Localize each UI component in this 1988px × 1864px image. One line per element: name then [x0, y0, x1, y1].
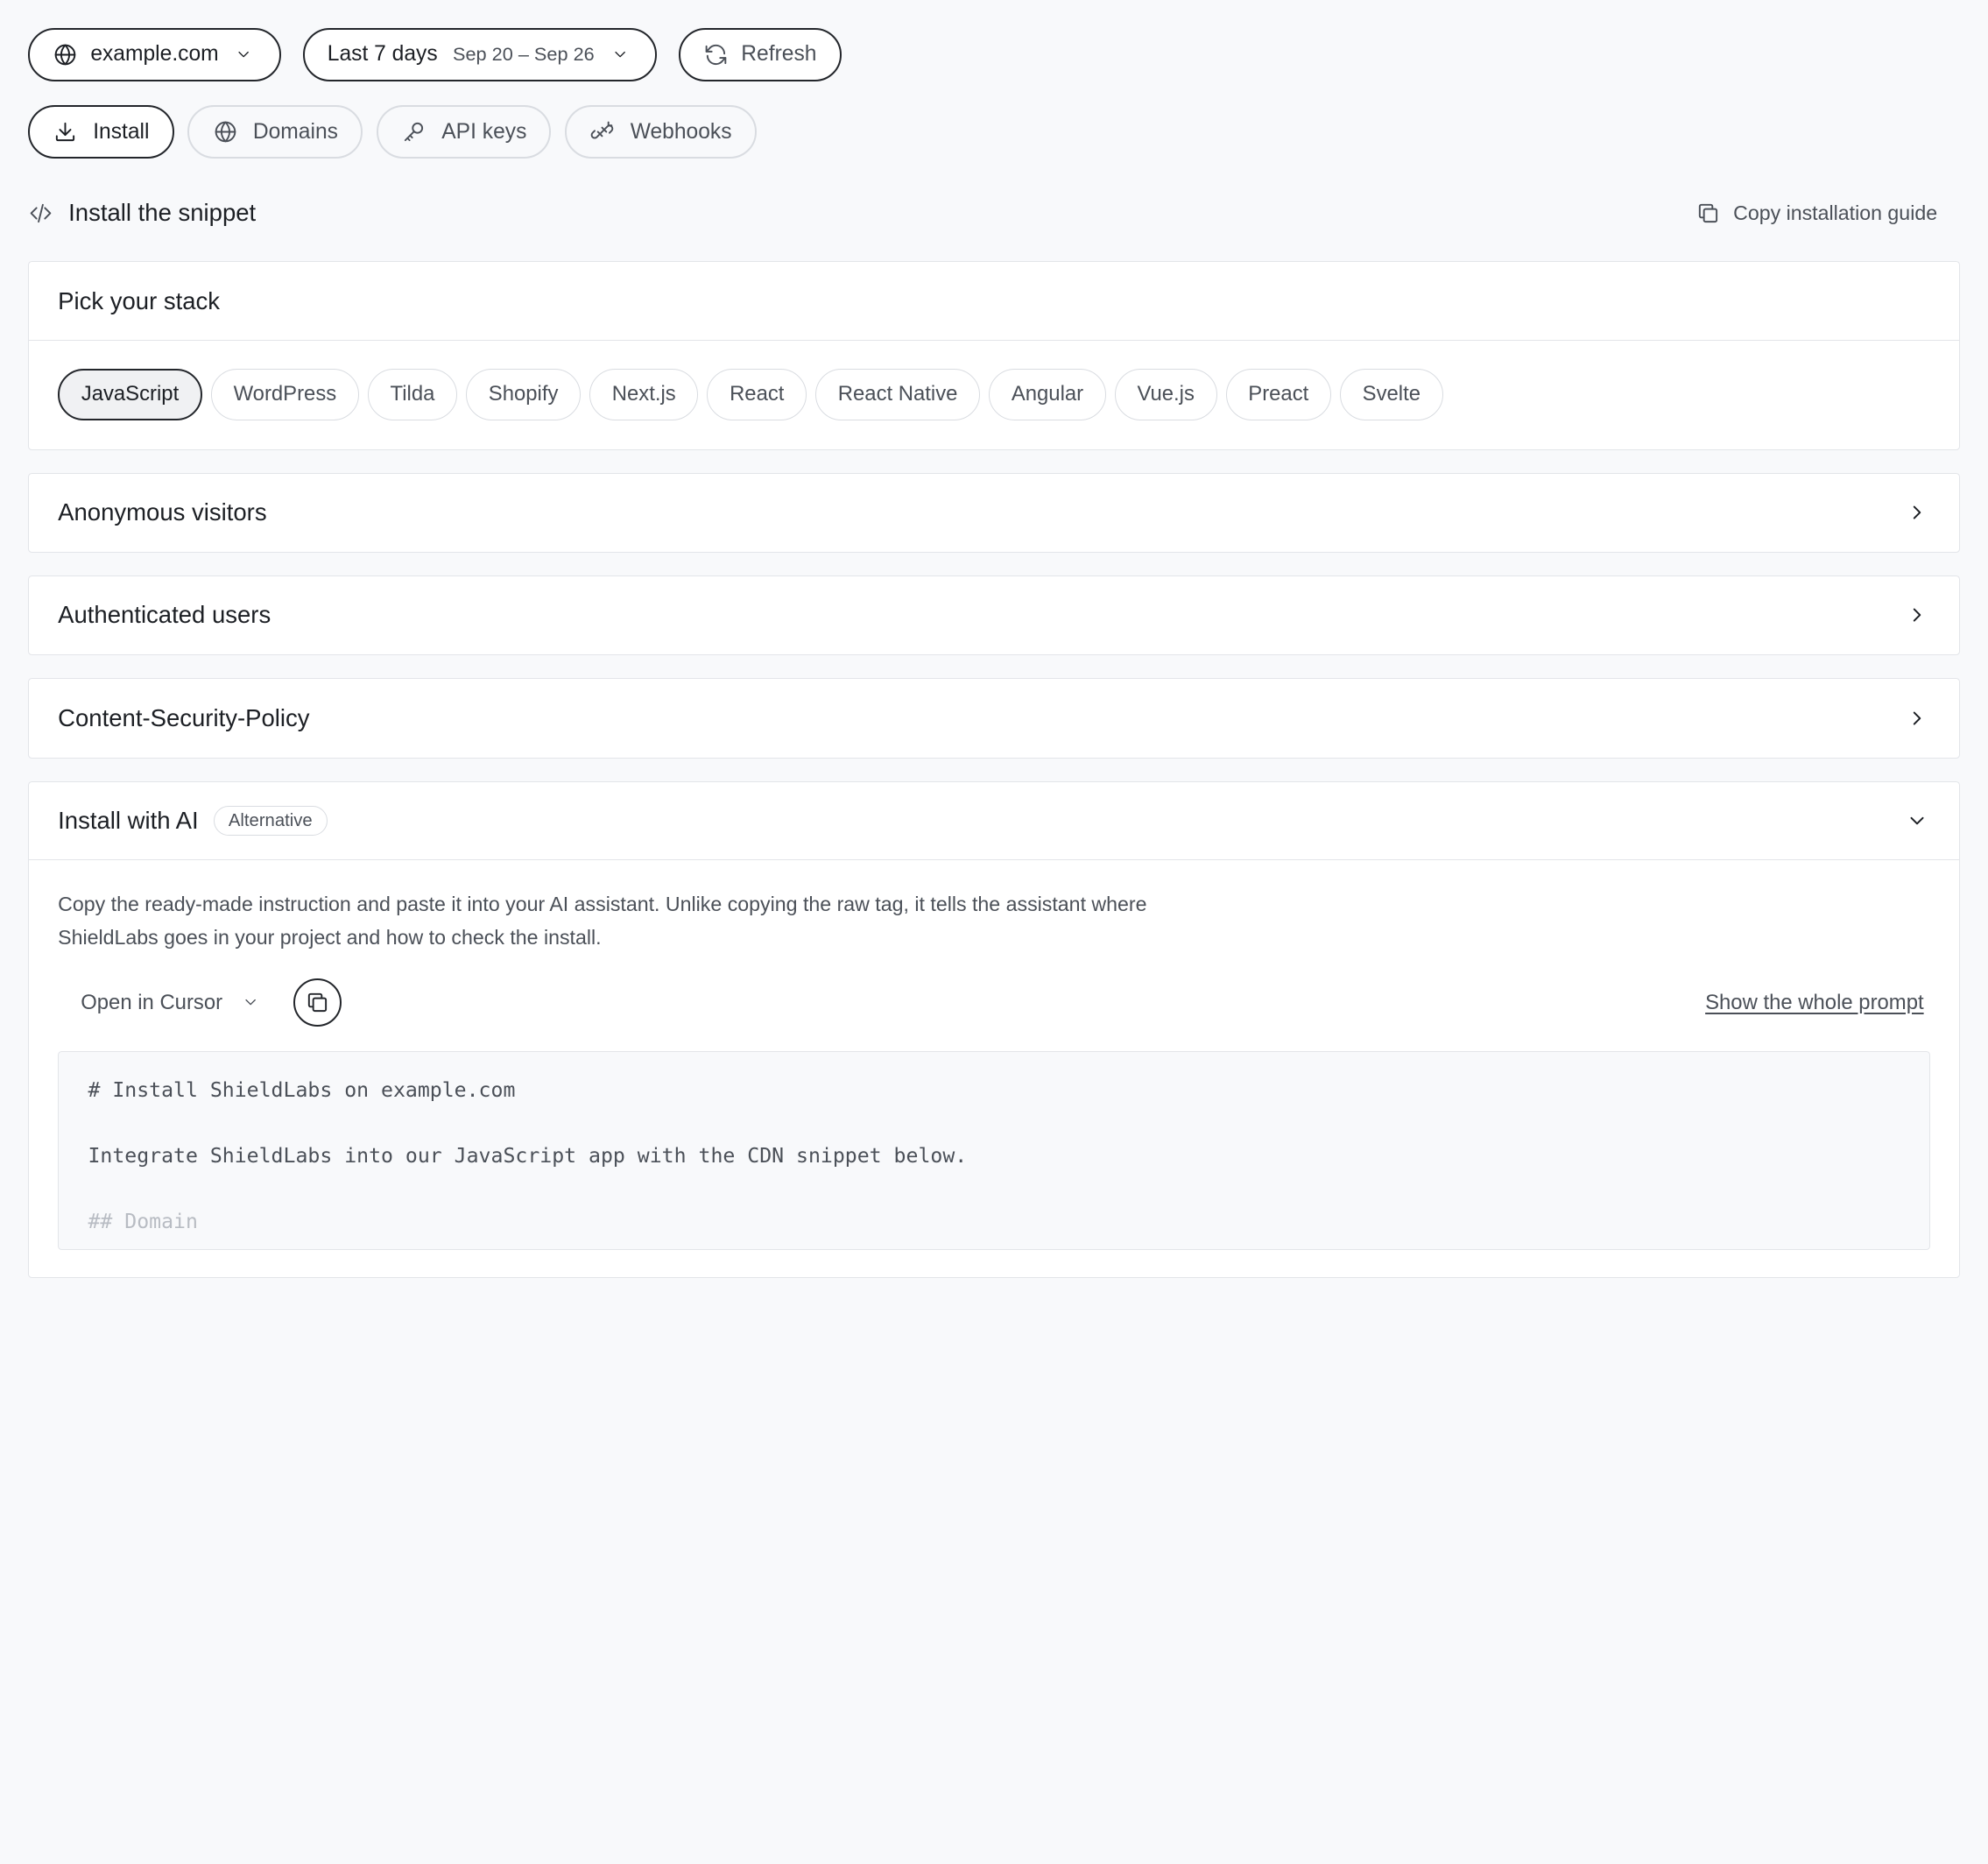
- prompt-line-subheading: ## Domain: [88, 1211, 198, 1234]
- prompt-preview: # Install ShieldLabs on example.com Inte…: [58, 1050, 1930, 1250]
- chevron-right-icon: [1905, 705, 1930, 731]
- code-icon: [28, 201, 53, 226]
- copy-installation-guide-button[interactable]: Copy installation guide: [1695, 201, 1937, 226]
- accordion-content-security-policy: Content-Security-Policy: [27, 678, 1961, 759]
- stack-option-angular[interactable]: Angular: [989, 368, 1106, 421]
- alternative-badge: Alternative: [214, 806, 328, 836]
- chevron-right-icon: [1905, 500, 1930, 526]
- stack-options: JavaScript WordPress Tilda Shopify Next.…: [29, 341, 1959, 448]
- tab-install-label: Install: [93, 119, 150, 144]
- tab-webhooks-label: Webhooks: [630, 119, 732, 144]
- tab-api-keys[interactable]: API keys: [376, 105, 552, 159]
- ai-actions: Open in Cursor Show the whole prompt: [58, 978, 1930, 1028]
- stack-option-javascript[interactable]: JavaScript: [58, 368, 202, 421]
- stack-option-wordpress[interactable]: WordPress: [210, 368, 359, 421]
- top-toolbar: example.com Last 7 days Sep 20 – Sep 26 …: [27, 27, 1960, 81]
- refresh-button[interactable]: Refresh: [678, 27, 842, 81]
- date-range-selector[interactable]: Last 7 days Sep 20 – Sep 26: [302, 27, 658, 81]
- domain-selector[interactable]: example.com: [27, 27, 282, 81]
- accordion-authenticated-users: Authenticated users: [27, 575, 1961, 656]
- stack-option-vuejs[interactable]: Vue.js: [1114, 368, 1217, 421]
- open-in-label: Open in Cursor: [81, 990, 223, 1014]
- ai-card-header[interactable]: Install with AI Alternative: [28, 782, 1960, 861]
- ai-title-group: Install with AI Alternative: [58, 806, 328, 836]
- refresh-label: Refresh: [741, 42, 817, 67]
- domain-label: example.com: [90, 42, 219, 67]
- chevron-down-icon: [237, 990, 263, 1015]
- date-range-label: Last 7 days: [327, 42, 438, 67]
- key-icon: [401, 119, 427, 145]
- stack-option-react-native[interactable]: React Native: [815, 368, 981, 421]
- copy-icon: [1695, 201, 1721, 226]
- stack-option-svelte[interactable]: Svelte: [1340, 368, 1443, 421]
- tab-api-keys-label: API keys: [441, 119, 527, 144]
- stack-option-tilda[interactable]: Tilda: [367, 368, 458, 421]
- accordion-title: Authenticated users: [58, 601, 271, 629]
- chevron-down-icon: [607, 42, 632, 67]
- chevron-right-icon: [1905, 603, 1930, 628]
- download-icon: [53, 119, 78, 145]
- webhook-icon: [589, 119, 615, 145]
- globe-icon: [53, 42, 78, 67]
- stack-option-shopify[interactable]: Shopify: [466, 368, 582, 421]
- accordion-anonymous-visitors: Anonymous visitors: [27, 472, 1961, 554]
- prompt-line-heading: # Install ShieldLabs on example.com: [88, 1078, 516, 1102]
- accordion-title: Anonymous visitors: [58, 498, 267, 526]
- stack-title: Pick your stack: [58, 286, 221, 314]
- tab-install[interactable]: Install: [27, 105, 174, 159]
- open-in-cursor-dropdown[interactable]: Open in Cursor: [58, 990, 263, 1015]
- stack-card: Pick your stack JavaScript WordPress Til…: [27, 261, 1961, 450]
- stack-option-nextjs[interactable]: Next.js: [589, 368, 699, 421]
- section-title: Install the snippet: [68, 199, 257, 227]
- accordion-title: Content-Security-Policy: [58, 703, 310, 731]
- settings-tabs: Install Domains API keys Webhooks: [27, 105, 1960, 159]
- copy-guide-label: Copy installation guide: [1733, 201, 1938, 224]
- tab-domains[interactable]: Domains: [187, 105, 363, 159]
- stack-option-preact[interactable]: Preact: [1225, 368, 1331, 421]
- prompt-line-body: Integrate ShieldLabs into our JavaScript…: [88, 1144, 968, 1168]
- date-range-dates: Sep 20 – Sep 26: [453, 43, 595, 66]
- show-whole-prompt-link[interactable]: Show the whole prompt: [1705, 991, 1924, 1015]
- stack-card-header: Pick your stack: [28, 262, 1960, 341]
- globe-icon: [213, 119, 238, 145]
- chevron-down-icon: [231, 42, 257, 67]
- section-header: Install the snippet Copy installation gu…: [28, 187, 1960, 240]
- tab-webhooks[interactable]: Webhooks: [565, 105, 757, 159]
- copy-prompt-button[interactable]: [293, 978, 342, 1027]
- copy-icon: [305, 990, 330, 1015]
- ai-title: Install with AI: [58, 807, 199, 835]
- chevron-down-icon: [1905, 808, 1930, 834]
- stack-option-react[interactable]: React: [707, 368, 807, 421]
- accordion-header[interactable]: Authenticated users: [29, 576, 1959, 653]
- ai-description-line-2: ShieldLabs goes in your project and how …: [58, 925, 602, 949]
- ai-description: Copy the ready-made instruction and past…: [58, 888, 1275, 954]
- install-page: example.com Last 7 days Sep 20 – Sep 26 …: [0, 0, 1988, 1287]
- ai-actions-left: Open in Cursor: [58, 978, 342, 1027]
- accordion-header[interactable]: Anonymous visitors: [29, 474, 1959, 551]
- ai-card-body: Copy the ready-made instruction and past…: [29, 860, 1959, 1250]
- section-title-group: Install the snippet: [28, 199, 256, 227]
- install-with-ai-card: Install with AI Alternative Copy the rea…: [27, 780, 1961, 1279]
- refresh-icon: [703, 42, 729, 67]
- ai-description-line-1: Copy the ready-made instruction and past…: [58, 893, 1147, 916]
- tab-domains-label: Domains: [252, 119, 338, 144]
- accordion-header[interactable]: Content-Security-Policy: [29, 679, 1959, 756]
